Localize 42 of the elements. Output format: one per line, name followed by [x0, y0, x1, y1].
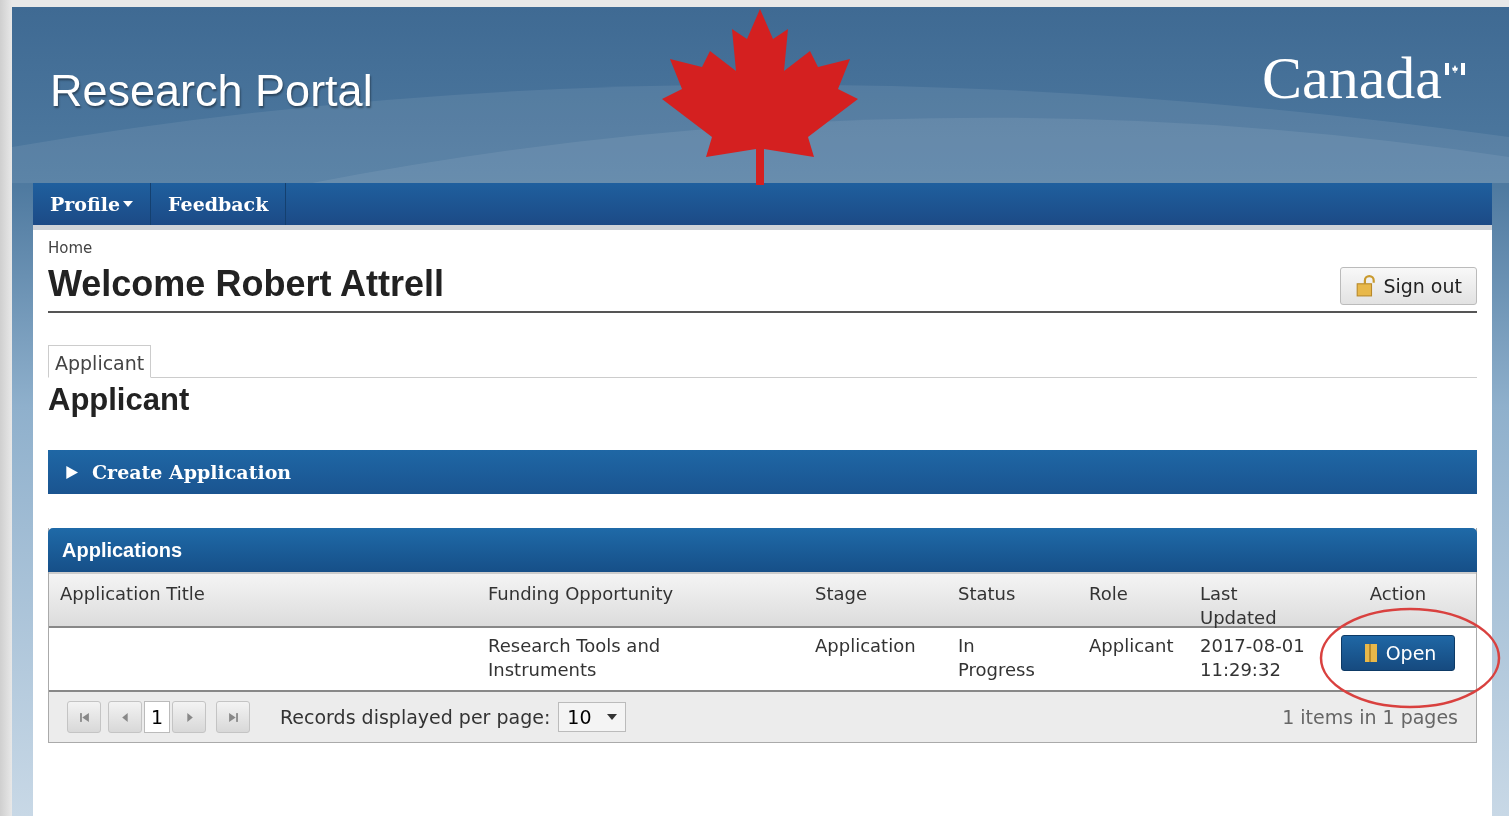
last-page-button[interactable]	[216, 701, 250, 733]
canada-wordmark: Canada	[1262, 45, 1442, 111]
column-header: Status	[958, 582, 1017, 606]
column-header: Stage	[815, 582, 868, 606]
column-header: Application Title	[60, 582, 206, 606]
last-page-icon	[227, 711, 239, 723]
per-page-select[interactable]: 10	[558, 702, 627, 732]
pager-summary: 1 items in 1 pages	[1282, 706, 1458, 728]
padlock-icon	[1355, 275, 1378, 297]
create-application-label: Create Application	[92, 461, 292, 483]
book-icon	[1363, 643, 1378, 663]
column-header: Action	[1368, 582, 1428, 606]
welcome-heading: Welcome Robert Attrell	[48, 263, 445, 305]
column-header: Last Updated	[1200, 582, 1278, 630]
section-heading: Applicant	[48, 382, 191, 418]
caret-icon	[123, 201, 134, 207]
first-page-icon	[78, 711, 90, 723]
next-page-button[interactable]	[172, 701, 206, 733]
create-application-bar[interactable]: Create Application	[48, 450, 1477, 494]
table-cell-text: In Progress	[958, 634, 1036, 682]
column-header: Role	[1089, 582, 1129, 606]
site-title: Research Portal	[50, 65, 373, 117]
table-cell-text: 2017-08-01 11:29:32	[1200, 634, 1306, 682]
flag-icon	[1444, 63, 1465, 75]
first-page-button[interactable]	[67, 701, 101, 733]
page-number[interactable]: 1	[144, 701, 170, 733]
column-header: Funding Opportunity	[488, 582, 675, 606]
expand-icon	[65, 465, 78, 479]
previous-page-icon	[119, 711, 131, 723]
nav-link[interactable]: Profile	[33, 183, 152, 225]
table-cell-text: Application	[815, 634, 917, 658]
sign-out-button[interactable]: Sign out	[1340, 267, 1477, 305]
per-page-label: Records displayed per page:	[280, 706, 551, 728]
applications-title: Applications	[62, 538, 182, 562]
nav-link[interactable]: Feedback	[151, 183, 287, 225]
tab[interactable]: Applicant	[48, 345, 152, 378]
table-cell-text: Research Tools and Instruments	[488, 634, 662, 682]
open-button[interactable]: Open	[1340, 635, 1456, 671]
previous-page-button[interactable]	[108, 701, 142, 733]
dropdown-caret-icon	[607, 714, 618, 720]
breadcrumb-link[interactable]: Home	[48, 239, 93, 257]
table-cell-text: Applicant	[1089, 634, 1175, 658]
